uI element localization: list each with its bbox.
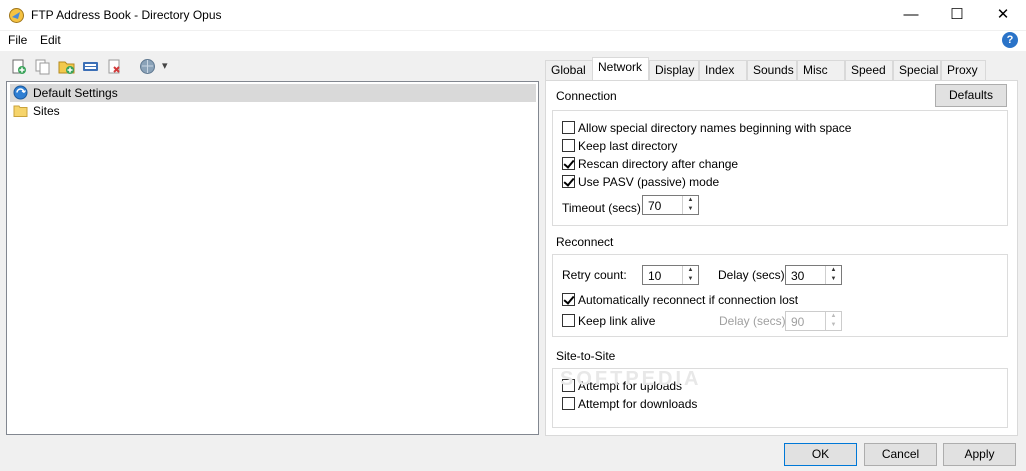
timeout-spinner[interactable]: 70 ▲ ▼ bbox=[642, 195, 699, 215]
tree-item-label: Default Settings bbox=[33, 86, 118, 100]
spin-up-icon[interactable]: ▲ bbox=[826, 266, 841, 275]
checkbox-box[interactable] bbox=[562, 157, 575, 170]
tree-item-sites[interactable]: Sites bbox=[10, 102, 536, 120]
watermark: SOFTPEDIA bbox=[560, 368, 702, 390]
retry-count-label: Retry count: bbox=[562, 268, 627, 282]
settings-globe-icon bbox=[13, 85, 28, 100]
apply-button[interactable]: Apply bbox=[943, 443, 1016, 466]
maximize-button[interactable]: ☐ bbox=[934, 0, 980, 30]
spin-down-icon[interactable]: ▼ bbox=[683, 275, 698, 284]
folder-icon bbox=[13, 105, 28, 117]
spin-down-icon[interactable]: ▼ bbox=[683, 205, 698, 214]
keep-alive-delay-spinner[interactable]: 90 ▲ ▼ bbox=[785, 311, 842, 331]
keep-alive-delay-value[interactable]: 90 bbox=[791, 315, 804, 329]
checkbox-box[interactable] bbox=[562, 293, 575, 306]
delay-spinner[interactable]: 30 ▲ ▼ bbox=[785, 265, 842, 285]
checkbox-box[interactable] bbox=[562, 314, 575, 327]
timeout-label: Timeout (secs): bbox=[562, 201, 645, 215]
tree-item-label: Sites bbox=[33, 104, 60, 118]
spinner-arrows[interactable]: ▲ ▼ bbox=[825, 312, 841, 330]
spin-up-icon[interactable]: ▲ bbox=[683, 266, 698, 275]
title-bar: FTP Address Book - Directory Opus — ☐ ✕ bbox=[0, 0, 1026, 31]
timeout-value[interactable]: 70 bbox=[648, 199, 661, 213]
menu-bar: File Edit bbox=[0, 31, 1026, 51]
checkbox-label: Allow special directory names beginning … bbox=[578, 121, 852, 135]
cancel-button[interactable]: Cancel bbox=[864, 443, 937, 466]
minimize-button[interactable]: — bbox=[888, 0, 934, 30]
menu-edit[interactable]: Edit bbox=[40, 33, 61, 47]
checkbox-label: Rescan directory after change bbox=[578, 157, 739, 171]
directory-opus-icon bbox=[9, 8, 24, 23]
checkbox-box[interactable] bbox=[562, 121, 575, 134]
reconnect-section-label: Reconnect bbox=[556, 235, 614, 249]
new-folder-icon[interactable] bbox=[58, 58, 75, 75]
tab-misc[interactable]: Misc bbox=[797, 60, 845, 80]
new-site-icon[interactable] bbox=[10, 58, 27, 75]
tab-global[interactable]: Global bbox=[545, 60, 593, 80]
checkbox-label: Attempt for downloads bbox=[578, 397, 698, 411]
tab-display[interactable]: Display bbox=[649, 60, 699, 80]
spin-down-icon[interactable]: ▼ bbox=[826, 275, 841, 284]
connection-group: Allow special directory names beginning … bbox=[552, 110, 1008, 226]
spinner-arrows[interactable]: ▲ ▼ bbox=[682, 266, 698, 284]
delay-value[interactable]: 30 bbox=[791, 269, 804, 283]
checkbox-label: Use PASV (passive) mode bbox=[578, 175, 720, 189]
window-title: FTP Address Book - Directory Opus bbox=[31, 8, 222, 22]
ok-button[interactable]: OK bbox=[784, 443, 857, 466]
site-to-site-section-label: Site-to-Site bbox=[556, 349, 616, 363]
site-tree[interactable]: Default Settings Sites bbox=[6, 81, 539, 435]
spinner-arrows[interactable]: ▲ ▼ bbox=[682, 196, 698, 214]
checkbox-box[interactable] bbox=[562, 175, 575, 188]
retry-count-spinner[interactable]: 10 ▲ ▼ bbox=[642, 265, 699, 285]
keep-alive-delay-label: Delay (secs): bbox=[719, 314, 790, 328]
connect-dropdown-arrow-icon[interactable]: ▾ bbox=[162, 59, 168, 72]
tab-special[interactable]: Special bbox=[893, 60, 941, 80]
delete-icon[interactable] bbox=[106, 58, 123, 75]
spinner-arrows[interactable]: ▲ ▼ bbox=[825, 266, 841, 284]
connection-section-label: Connection bbox=[556, 89, 617, 103]
checkbox-label: Keep last directory bbox=[578, 139, 678, 153]
spin-down-icon[interactable]: ▼ bbox=[826, 321, 841, 330]
defaults-button[interactable]: Defaults bbox=[935, 84, 1007, 107]
checkbox-box[interactable] bbox=[562, 397, 575, 410]
connect-icon[interactable] bbox=[139, 58, 156, 75]
properties-icon[interactable] bbox=[82, 58, 99, 75]
menu-file[interactable]: File bbox=[8, 33, 27, 47]
tab-speed[interactable]: Speed bbox=[845, 60, 893, 80]
checkbox-label: Keep link alive bbox=[578, 314, 656, 328]
tab-network[interactable]: Network bbox=[592, 57, 649, 80]
checkbox-label: Automatically reconnect if connection lo… bbox=[578, 293, 799, 307]
reconnect-group: Retry count: 10 ▲ ▼ Delay (secs): 30 ▲ ▼ A… bbox=[552, 254, 1008, 337]
tree-item-default-settings[interactable]: Default Settings bbox=[10, 84, 536, 102]
tab-index[interactable]: Index bbox=[699, 60, 747, 80]
retry-count-value[interactable]: 10 bbox=[648, 269, 661, 283]
tab-proxy[interactable]: Proxy bbox=[941, 60, 986, 80]
copy-site-icon[interactable] bbox=[34, 58, 51, 75]
delay-label: Delay (secs): bbox=[718, 268, 789, 282]
checkbox-box[interactable] bbox=[562, 139, 575, 152]
help-icon[interactable]: ? bbox=[1002, 32, 1018, 48]
spin-up-icon[interactable]: ▲ bbox=[683, 196, 698, 205]
tab-sounds[interactable]: Sounds bbox=[747, 60, 797, 80]
close-button[interactable]: ✕ bbox=[980, 0, 1026, 30]
spin-up-icon[interactable]: ▲ bbox=[826, 312, 841, 321]
